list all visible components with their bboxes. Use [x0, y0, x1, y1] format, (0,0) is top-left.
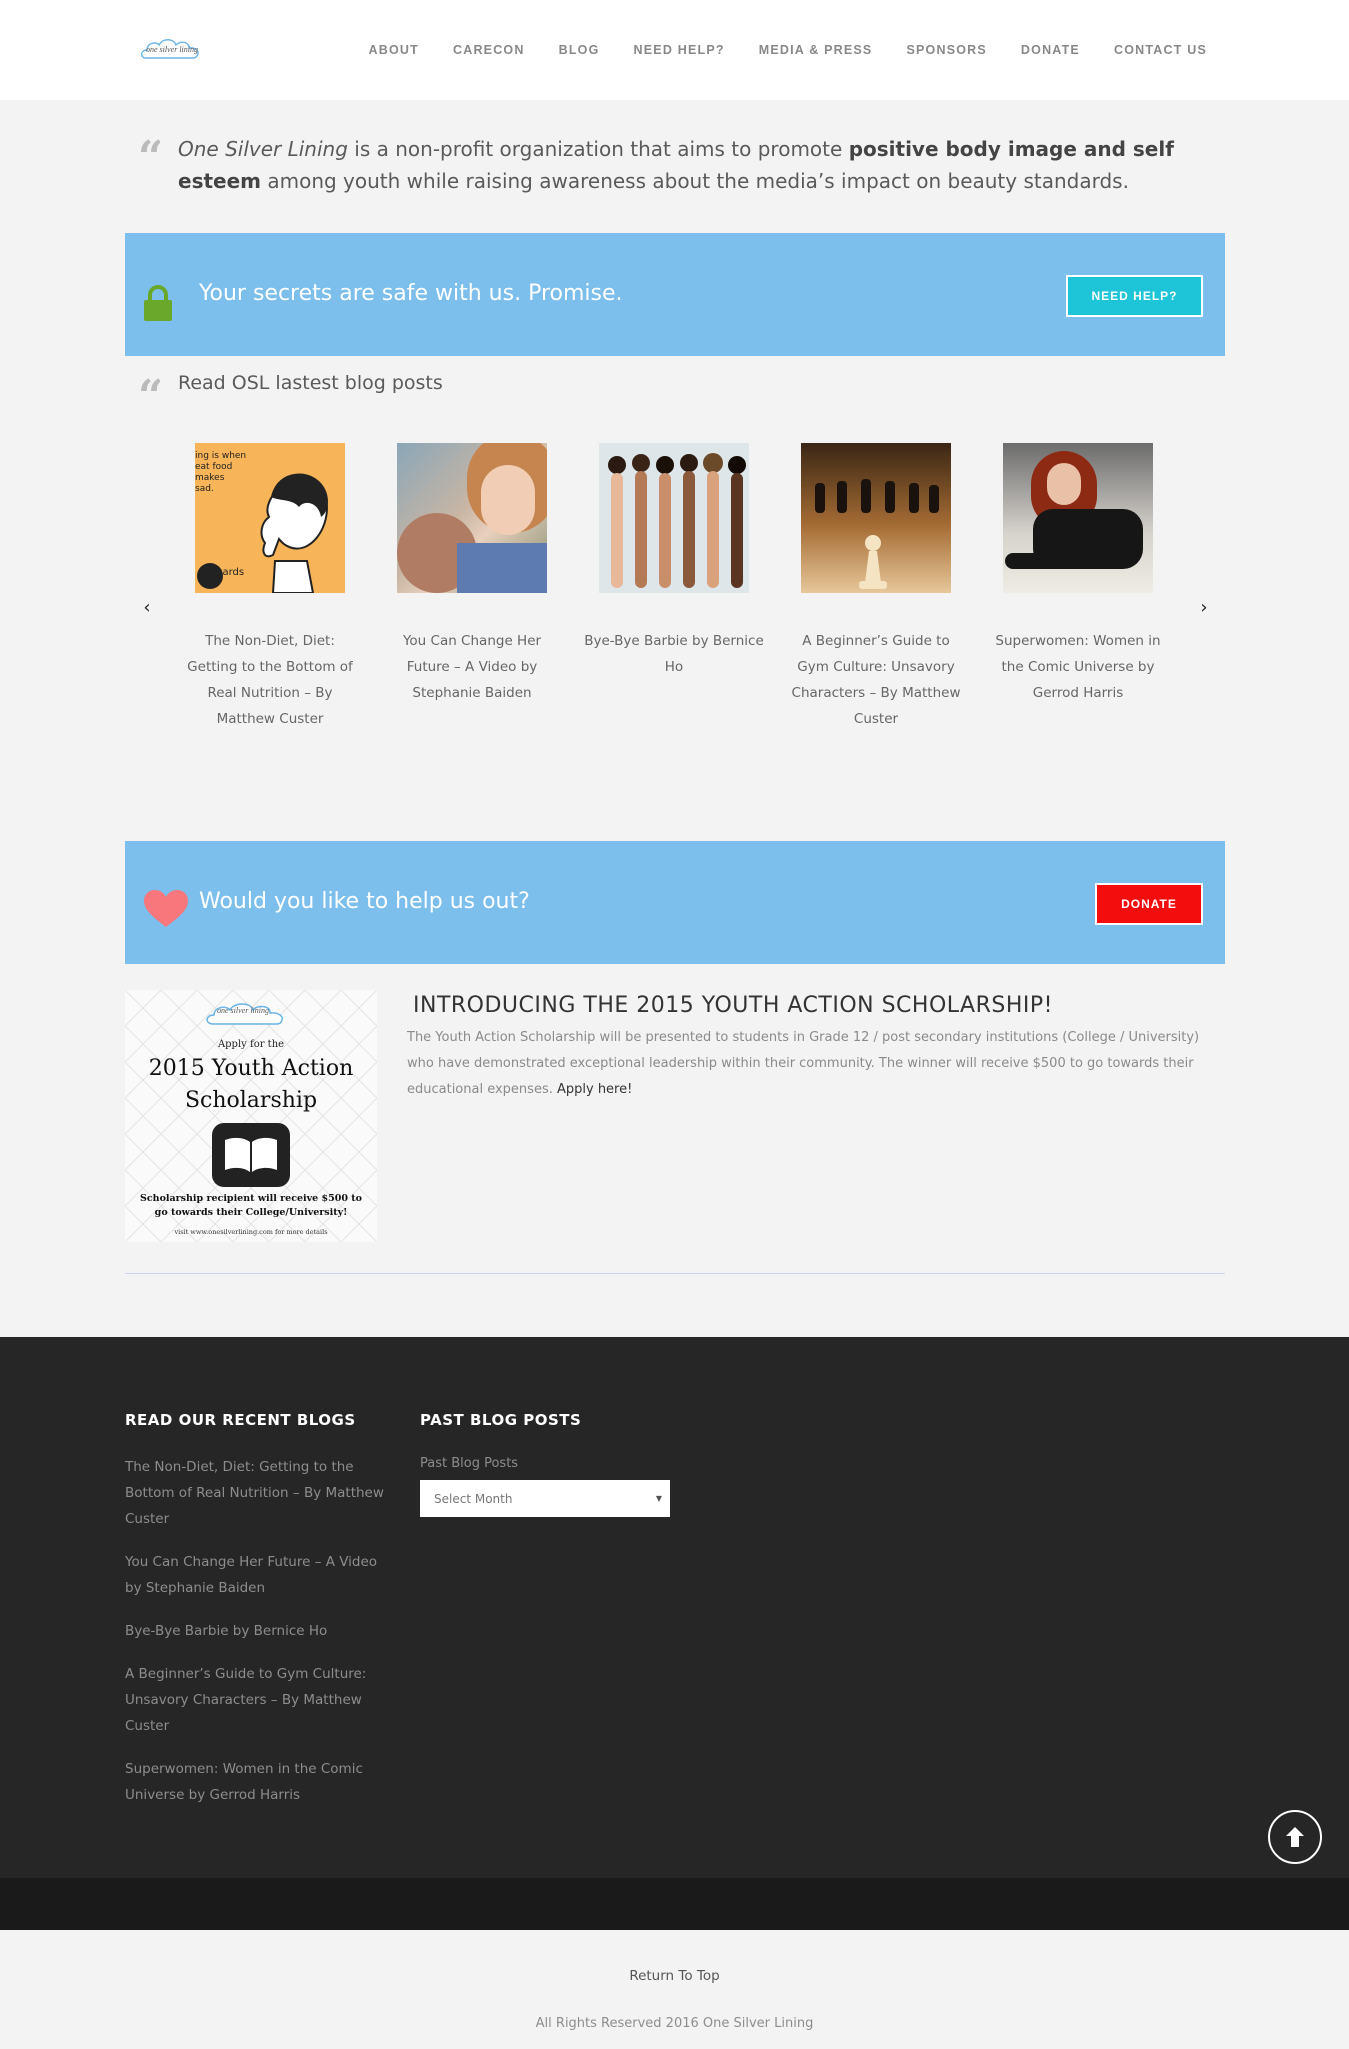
dolls-icon — [608, 453, 746, 588]
site-logo[interactable]: one silver lining — [138, 34, 206, 64]
poster-logo-text: one silver lining — [217, 1006, 269, 1015]
nav-contact-us[interactable]: CONTACT US — [1114, 43, 1207, 57]
chess-pieces-icon — [815, 479, 939, 589]
scholarship-poster[interactable]: one silver lining Apply for the 2015 You… — [125, 990, 377, 1242]
thumb-caption: cards — [217, 567, 245, 578]
past-posts-heading: PAST BLOG POSTS — [420, 1411, 582, 1429]
need-help-button[interactable]: NEED HELP? — [1066, 275, 1203, 317]
scholarship-body: The Youth Action Scholarship will be pre… — [407, 1025, 1207, 1103]
recent-blogs-heading: READ OUR RECENT BLOGS — [125, 1411, 356, 1429]
intro-text-a: is a non-profit organization that aims t… — [347, 137, 849, 161]
arrow-up-glyph — [1286, 1827, 1304, 1847]
bottom-bar — [0, 1930, 1349, 2049]
nav-about[interactable]: ABOUT — [369, 43, 419, 57]
logo-text: one silver lining — [146, 44, 198, 54]
org-name: One Silver Lining — [178, 137, 348, 161]
intro-text-b: among youth while raising awareness abou… — [261, 169, 1129, 193]
poster-apply-text: Apply for the — [217, 1039, 285, 1050]
recent-blogs-list: The Non-Diet, Diet: Getting to the Botto… — [125, 1454, 385, 1825]
footer-bottom-strip — [0, 1878, 1349, 1930]
post-title[interactable]: The Non-Diet, Diet: Getting to the Botto… — [180, 628, 360, 732]
post-thumbnail[interactable] — [599, 443, 749, 593]
help-banner-text: Your secrets are safe with us. Promise. — [199, 281, 623, 306]
section-divider — [125, 1273, 1225, 1274]
blog-post-card[interactable]: Superwomen: Women in the Comic Universe … — [988, 440, 1168, 706]
post-title[interactable]: A Beginner’s Guide to Gym Culture: Unsav… — [786, 628, 966, 732]
main-nav: ABOUT CARECON BLOG NEED HELP? MEDIA & PR… — [335, 0, 1207, 100]
clothing-shape — [457, 543, 547, 593]
nav-blog[interactable]: BLOG — [559, 43, 600, 57]
arm-shape — [1005, 553, 1075, 569]
poster-title-line1: 2015 Youth Action — [148, 1056, 354, 1081]
nav-donate[interactable]: DONATE — [1021, 43, 1080, 57]
recent-blog-link[interactable]: You Can Change Her Future – A Video by S… — [125, 1549, 385, 1601]
post-title[interactable]: Bye-Bye Barbie by Bernice Ho — [584, 628, 764, 680]
intro-statement: One Silver Lining is a non-profit organi… — [178, 133, 1228, 197]
post-thumbnail[interactable] — [397, 443, 547, 593]
scholarship-heading: INTRODUCING THE 2015 YOUTH ACTION SCHOLA… — [413, 993, 1053, 1018]
apply-here-link[interactable]: Apply here! — [557, 1082, 632, 1097]
post-thumbnail[interactable] — [801, 443, 951, 593]
post-title[interactable]: You Can Change Her Future – A Video by S… — [382, 628, 562, 706]
archive-label: Past Blog Posts — [420, 1456, 519, 1471]
donate-banner-text: Would you like to help us out? — [199, 889, 530, 914]
archive-select-value: Select Month — [434, 1491, 513, 1506]
return-to-top-link[interactable]: Return To Top — [0, 1968, 1349, 1984]
blog-section-title: Read OSL lastest blog posts — [178, 372, 443, 394]
nav-need-help[interactable]: NEED HELP? — [634, 43, 725, 57]
chevron-left-icon[interactable]: ‹ — [137, 595, 157, 619]
archive-month-select[interactable]: Select Month ▼ — [420, 1480, 670, 1517]
face-shape — [481, 465, 535, 535]
recent-blog-link[interactable]: Superwomen: Women in the Comic Universe … — [125, 1756, 385, 1808]
help-banner: Your secrets are safe with us. Promise. … — [125, 233, 1225, 356]
blog-post-card[interactable]: Bye-Bye Barbie by Bernice Ho — [584, 440, 764, 680]
quote-icon: “ — [138, 375, 160, 395]
poster-title-line2: Scholarship — [184, 1088, 318, 1113]
donate-banner: Would you like to help us out? DONATE — [125, 841, 1225, 964]
nav-media-press[interactable]: MEDIA & PRESS — [759, 43, 873, 57]
nav-sponsors[interactable]: SPONSORS — [906, 43, 986, 57]
post-title[interactable]: Superwomen: Women in the Comic Universe … — [988, 628, 1168, 706]
quote-icon: “ — [138, 136, 160, 156]
arrow-up-icon[interactable] — [1268, 1810, 1322, 1864]
lock-icon — [144, 285, 172, 321]
chevron-right-icon[interactable]: › — [1194, 595, 1214, 619]
blog-post-card[interactable]: ing is when eat food makes sad. cards Th… — [180, 440, 360, 732]
book-icon — [212, 1123, 290, 1187]
donate-button[interactable]: DONATE — [1095, 883, 1203, 925]
blog-carousel: ‹ › ing is when eat food makes sad. card… — [125, 440, 1225, 740]
blog-post-card[interactable]: You Can Change Her Future – A Video by S… — [382, 440, 562, 706]
site-header: one silver lining ABOUT CARECON BLOG NEE… — [0, 0, 1349, 100]
poster-visit: visit www.onesilverlining.com for more d… — [174, 1228, 328, 1236]
recent-blog-link[interactable]: A Beginner’s Guide to Gym Culture: Unsav… — [125, 1661, 385, 1739]
caret-down-icon: ▼ — [655, 1494, 662, 1503]
blog-post-card[interactable]: A Beginner’s Guide to Gym Culture: Unsav… — [786, 440, 966, 732]
post-thumbnail[interactable] — [1003, 443, 1153, 593]
poster-note: Scholarship recipient will receive $500 … — [140, 1193, 362, 1218]
recent-blog-link[interactable]: The Non-Diet, Diet: Getting to the Botto… — [125, 1454, 385, 1532]
recent-blog-link[interactable]: Bye-Bye Barbie by Bernice Ho — [125, 1618, 385, 1644]
nav-carecon[interactable]: CARECON — [453, 43, 525, 57]
face-shape — [1047, 463, 1081, 505]
heart-icon — [144, 890, 188, 927]
post-thumbnail[interactable]: ing is when eat food makes sad. cards — [195, 443, 345, 593]
copyright-text: All Rights Reserved 2016 One Silver Lini… — [535, 2016, 814, 2031]
scholarship-body-text: The Youth Action Scholarship will be pre… — [407, 1030, 1200, 1097]
